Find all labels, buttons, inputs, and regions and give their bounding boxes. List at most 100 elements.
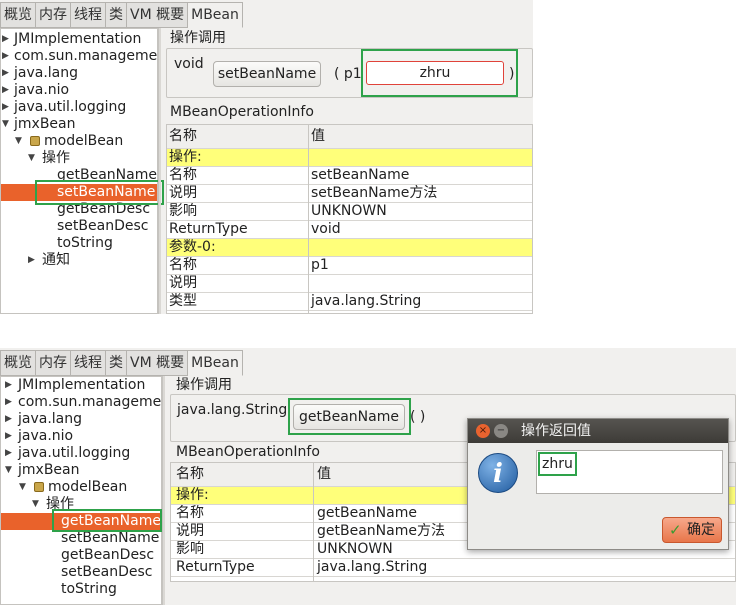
tab-mbean[interactable]: MBean (188, 350, 243, 376)
tree-expanded-arrow-icon[interactable]: ▼ (28, 150, 35, 167)
tree-collapsed-arrow-icon[interactable]: ▶ (5, 394, 12, 411)
tree-collapsed-arrow-icon[interactable]: ▶ (2, 48, 9, 65)
tree-node-com-sun-management[interactable]: com.sun.manageme (18, 394, 161, 411)
tree-collapsed-arrow-icon[interactable]: ▶ (28, 252, 35, 269)
invoke-setbeanname-button[interactable]: setBeanName (213, 61, 321, 87)
minimize-icon[interactable]: − (494, 424, 508, 438)
tree-collapsed-arrow-icon[interactable]: ▶ (2, 65, 9, 82)
cell-value (309, 149, 311, 166)
tree-node-notifications[interactable]: 通知 (42, 252, 70, 269)
column-divider[interactable] (313, 463, 314, 581)
header-value[interactable]: 值 (315, 466, 331, 483)
cell-value: setBeanName方法 (311, 185, 438, 201)
tree-expanded-arrow-icon[interactable]: ▼ (5, 462, 12, 479)
tree-collapsed-arrow-icon[interactable]: ▶ (5, 411, 12, 428)
tree-node-jmxbean[interactable]: jmxBean (14, 116, 75, 133)
mbean-tree: ▶ JMImplementation ▶ com.sun.manageme ▶ … (0, 376, 162, 605)
tree-node-setbeandesc[interactable]: setBeanDesc (57, 218, 148, 235)
cell-name: 操作: (176, 487, 209, 503)
cell-value: UNKNOWN (311, 203, 387, 219)
cell-name: 名称 (176, 505, 204, 521)
column-divider[interactable] (308, 125, 309, 313)
tree-collapsed-arrow-icon[interactable]: ▶ (2, 31, 9, 48)
tree-node-modelbean[interactable]: modelBean (34, 479, 127, 496)
cell-value: getBeanName (317, 505, 417, 521)
return-type-label: java.lang.String (177, 402, 288, 418)
result-value: zhru (538, 452, 577, 476)
cell-name: ReturnType (176, 559, 255, 575)
tree-node-jmxbean[interactable]: jmxBean (18, 462, 79, 479)
table-row: 影响 UNKNOWN (167, 203, 532, 221)
tree-collapsed-arrow-icon[interactable]: ▶ (2, 99, 9, 116)
tab-overview[interactable]: 概览 (0, 350, 36, 376)
tab-memory[interactable]: 内存 (36, 2, 71, 28)
split-pane-divider[interactable] (162, 376, 165, 605)
param-label: ( p1 (334, 66, 362, 82)
tree-node-setbeanname[interactable]: setBeanName (61, 530, 159, 547)
ok-button[interactable]: ✓ 确定 (662, 517, 722, 543)
tree-expanded-arrow-icon[interactable]: ▼ (2, 116, 9, 133)
tree-collapsed-arrow-icon[interactable]: ▶ (2, 82, 9, 99)
tree-node-operations[interactable]: 操作 (42, 150, 70, 167)
cell-name: 影响 (169, 203, 197, 219)
tree-node-java-nio[interactable]: java.nio (14, 82, 69, 99)
tree-node-java-nio[interactable]: java.nio (18, 428, 73, 445)
invoke-section-title: 操作调用 (170, 30, 226, 46)
mbean-tree: ▶ JMImplementation ▶ com.sun.manageme ▶ … (0, 28, 158, 314)
tree-node-java-lang[interactable]: java.lang (18, 411, 82, 428)
tree-node-getbeandesc[interactable]: getBeanDesc (61, 547, 154, 564)
tab-threads[interactable]: 线程 (71, 2, 106, 28)
cell-name: ReturnType (169, 221, 248, 237)
close-icon[interactable]: × (476, 424, 490, 438)
tree-node-java-util-logging[interactable]: java.util.logging (14, 99, 126, 116)
header-name[interactable]: 名称 (174, 466, 204, 483)
tab-memory[interactable]: 内存 (36, 350, 71, 376)
cell-name: 说明 (169, 185, 197, 201)
tab-classes[interactable]: 类 (106, 2, 127, 28)
tree-node-modelbean-label: modelBean (48, 479, 128, 495)
tree-node-modelbean[interactable]: modelBean (30, 133, 123, 150)
info-icon: i (478, 453, 518, 493)
cell-name: 说明 (176, 523, 204, 539)
tree-node-tostring[interactable]: toString (61, 581, 117, 598)
result-text-area[interactable]: zhru (536, 450, 723, 494)
tree-node-java-lang[interactable]: java.lang (14, 65, 78, 82)
tree-expanded-arrow-icon[interactable]: ▼ (32, 496, 39, 513)
tree-node-tostring[interactable]: toString (57, 235, 113, 252)
tab-bar: 概览 内存 线程 类 VM 概要 MBean (0, 350, 243, 376)
cell-value: void (311, 221, 341, 237)
tree-expanded-arrow-icon[interactable]: ▼ (19, 479, 26, 496)
header-name[interactable]: 名称 (167, 128, 197, 145)
tab-classes[interactable]: 类 (106, 350, 127, 376)
tree-node-java-util-logging[interactable]: java.util.logging (18, 445, 130, 462)
tree-collapsed-arrow-icon[interactable]: ▶ (5, 445, 12, 462)
cell-name: 影响 (176, 541, 204, 557)
dialog-title-bar[interactable]: × − 操作返回值 (468, 419, 728, 443)
table-row: 说明 (167, 275, 532, 293)
tree-collapsed-arrow-icon[interactable]: ▶ (5, 428, 12, 445)
tree-expanded-arrow-icon[interactable]: ▼ (15, 133, 22, 150)
cell-name: 说明 (169, 275, 197, 291)
cell-name: 操作: (169, 149, 202, 165)
tree-node-jmimplementation[interactable]: JMImplementation (14, 31, 141, 48)
return-type-label: void (174, 56, 204, 72)
tree-collapsed-arrow-icon[interactable]: ▶ (5, 377, 12, 394)
header-value[interactable]: 值 (309, 128, 325, 145)
cell-name: 名称 (169, 257, 197, 273)
tab-mbean[interactable]: MBean (188, 2, 243, 28)
tree-node-setbeandesc[interactable]: setBeanDesc (61, 564, 152, 581)
cell-name: 参数-0: (169, 239, 216, 255)
tab-vm-summary[interactable]: VM 概要 (127, 350, 189, 376)
table-row: 类型 java.lang.String (167, 293, 532, 311)
table-row: ReturnType void (167, 221, 532, 239)
tree-node-modelbean-label: modelBean (44, 133, 124, 149)
cell-value: getBeanName方法 (317, 523, 445, 539)
split-pane-divider[interactable] (158, 28, 161, 314)
tab-threads[interactable]: 线程 (71, 350, 106, 376)
cell-value: UNKNOWN (317, 541, 393, 557)
tree-node-jmimplementation[interactable]: JMImplementation (18, 377, 145, 394)
tab-vm-summary[interactable]: VM 概要 (127, 2, 189, 28)
tree-node-com-sun-management[interactable]: com.sun.manageme (14, 48, 157, 65)
tab-overview[interactable]: 概览 (0, 2, 36, 28)
selection-highlight-box (52, 509, 162, 532)
